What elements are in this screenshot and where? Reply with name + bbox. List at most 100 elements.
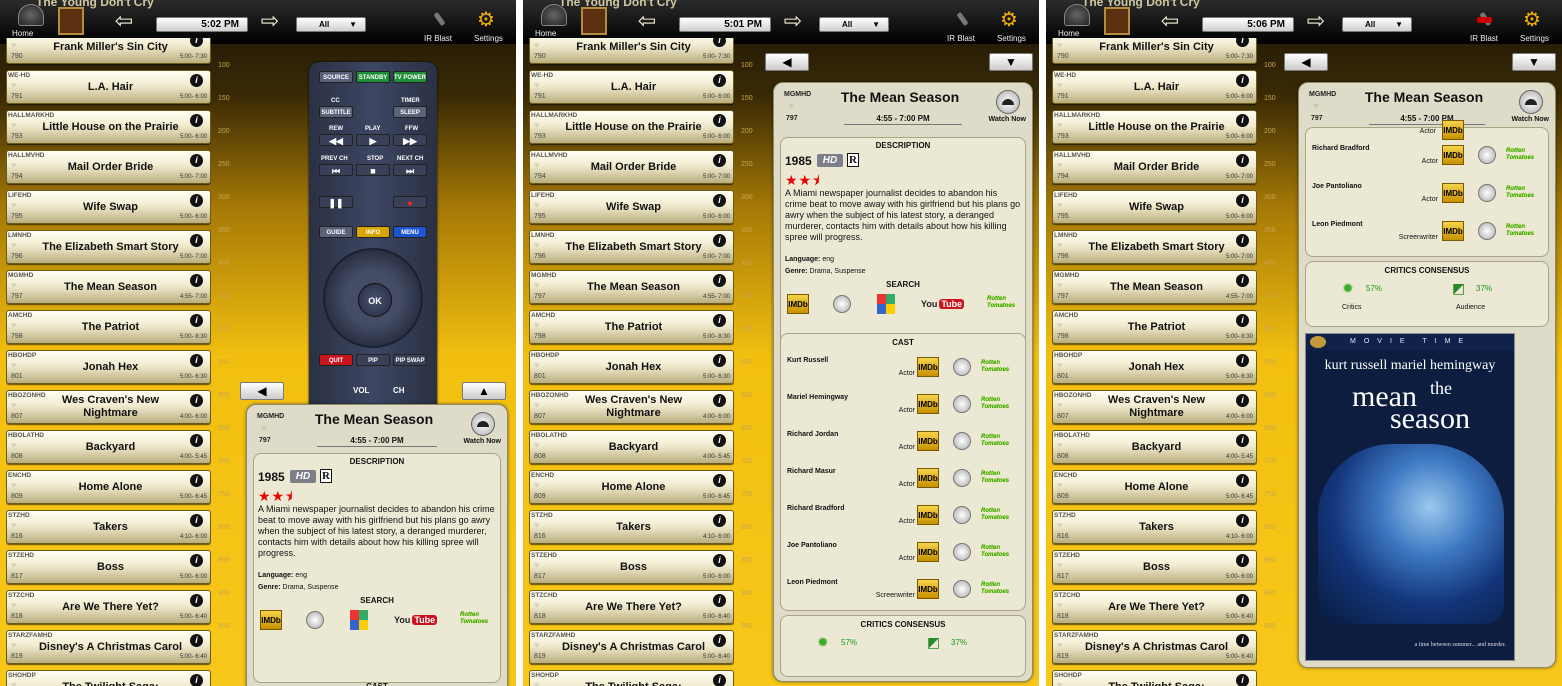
info-icon[interactable]: i xyxy=(190,434,203,447)
info-icon[interactable]: i xyxy=(190,634,203,647)
favorite-heart-icon[interactable]: ♥ xyxy=(534,200,539,210)
info-icon[interactable]: i xyxy=(1236,434,1249,447)
info-icon[interactable]: i xyxy=(190,314,203,327)
channel-row[interactable]: HBOLATHD ♥ 808 Backyard i 4:00- 5:45 xyxy=(1052,430,1257,464)
channel-row[interactable]: HBOZONHD ♥ 807 Wes Craven's New Nightmare i 4… xyxy=(1052,390,1257,424)
sleep-button[interactable]: SLEEP xyxy=(393,106,427,118)
channel-row[interactable]: HBOZONHD ♥ 807 Wes Craven's New Nightmare i 4… xyxy=(6,390,211,424)
info-icon[interactable]: i xyxy=(713,354,726,367)
channel-row[interactable]: WE-HD ♥ 791 L.A. Hair i 5:00- 6:00 xyxy=(1052,70,1257,104)
channel-row[interactable]: HALLMARKHD ♥ 793 Little House on the Prairi… xyxy=(1052,110,1257,144)
favorite-heart-icon[interactable]: ♥ xyxy=(534,640,539,650)
favorite-heart-icon[interactable]: ♥ xyxy=(534,360,539,370)
favorite-heart-icon[interactable]: ♥ xyxy=(1057,40,1062,50)
wikipedia-icon[interactable] xyxy=(1478,184,1496,202)
imdb-icon[interactable]: IMDb xyxy=(1442,183,1464,203)
back-arrow-icon[interactable]: ⇦ xyxy=(112,10,136,32)
info-icon[interactable]: i xyxy=(190,234,203,247)
info-icon[interactable]: i xyxy=(190,354,203,367)
favorite-heart-icon[interactable]: ♥ xyxy=(534,440,539,450)
filter-dropdown[interactable]: All ▼ xyxy=(819,17,889,32)
channel-row[interactable]: STARZFAMHD ♥ 819 Disney's A Christmas Carol… xyxy=(6,630,211,664)
imdb-icon[interactable]: IMDb xyxy=(917,468,939,488)
imdb-icon[interactable]: IMDb xyxy=(917,505,939,525)
channel-row[interactable]: MGMHD ♥ 797 The Mean Season i 4:55- 7:00 xyxy=(6,270,211,304)
channel-row[interactable]: ENCHD ♥ 809 Home Alone i 5:00- 6:45 xyxy=(6,470,211,504)
info-icon[interactable]: i xyxy=(1236,274,1249,287)
channel-row[interactable]: STARZFAMHD ♥ 819 Disney's A Christmas Carol… xyxy=(529,630,734,664)
favorite-heart-icon[interactable]: ♥ xyxy=(11,480,16,490)
info-icon[interactable]: i xyxy=(190,74,203,87)
filter-dropdown[interactable]: All ▼ xyxy=(1342,17,1412,32)
page-left-button[interactable]: ◀ xyxy=(765,53,809,71)
info-icon[interactable]: i xyxy=(713,154,726,167)
info-icon[interactable]: i xyxy=(1236,314,1249,327)
favorite-heart-icon[interactable]: ♥ xyxy=(1057,240,1062,250)
channel-row[interactable]: HBOHDP ♥ 801 Jonah Hex i 5:00- 6:30 xyxy=(6,350,211,384)
watch-now-icon[interactable] xyxy=(471,412,495,436)
rotten-tomatoes-icon[interactable]: Rotten Tomatoes xyxy=(981,434,1011,448)
back-arrow-icon[interactable]: ⇦ xyxy=(635,10,659,32)
imdb-icon[interactable]: IMDb xyxy=(917,579,939,599)
wikipedia-icon[interactable] xyxy=(953,432,971,450)
rotten-tomatoes-icon[interactable]: Rotten Tomatoes xyxy=(1506,186,1536,200)
channel-row[interactable]: HBOHDP ♥ 801 Jonah Hex i 5:00- 6:30 xyxy=(529,350,734,384)
info-icon[interactable]: i xyxy=(1236,634,1249,647)
channel-row[interactable]: AMCHD ♥ 798 The Patriot i 5:00- 8:30 xyxy=(529,310,734,344)
ir-blast-icon[interactable] xyxy=(1476,12,1494,28)
rotten-tomatoes-icon[interactable]: Rotten Tomatoes xyxy=(981,360,1011,374)
info-icon[interactable]: i xyxy=(1236,38,1249,47)
wikipedia-icon[interactable] xyxy=(953,395,971,413)
favorite-heart-icon[interactable]: ♥ xyxy=(1057,160,1062,170)
subtitle-button[interactable]: SUBTITLE xyxy=(319,106,353,118)
imdb-icon[interactable]: IMDb xyxy=(1442,120,1464,140)
channel-row[interactable]: IFC HD♥ 790 Frank Miller's Sin City i 5:00- … xyxy=(1052,38,1257,64)
settings-gear-icon[interactable]: ⚙ xyxy=(474,10,498,30)
favorite-heart-icon[interactable]: ♥ xyxy=(1057,640,1062,650)
info-icon[interactable]: i xyxy=(713,74,726,87)
source-button[interactable]: SOURCE xyxy=(319,71,353,83)
channel-row[interactable]: HALLMVHD ♥ 794 Mail Order Bride i 5:00- 7:00 xyxy=(1052,150,1257,184)
ok-button[interactable]: OK xyxy=(358,283,392,317)
favorite-heart-icon[interactable]: ♥ xyxy=(11,200,16,210)
page-down-button[interactable]: ▼ xyxy=(989,53,1033,71)
stop-icon[interactable]: ■ xyxy=(356,164,390,176)
favorite-heart-icon[interactable]: ♥ xyxy=(11,600,16,610)
channel-row[interactable]: LMNHD ♥ 796 The Elizabeth Smart Story i 5:00-… xyxy=(529,230,734,264)
channel-row[interactable]: HBOLATHD ♥ 808 Backyard i 4:00- 5:45 xyxy=(529,430,734,464)
channel-row[interactable]: STZEHD ♥ 817 Boss i 5:00- 6:00 xyxy=(1052,550,1257,584)
channel-row[interactable]: MGMHD ♥ 797 The Mean Season i 4:55- 7:00 xyxy=(529,270,734,304)
rotten-tomatoes-icon[interactable]: Rotten Tomatoes xyxy=(1506,224,1536,238)
favorite-heart-icon[interactable]: ♥ xyxy=(1313,101,1319,112)
info-icon[interactable]: i xyxy=(1236,474,1249,487)
info-icon[interactable]: i xyxy=(190,194,203,207)
watch-now-icon[interactable] xyxy=(996,90,1020,114)
channel-row[interactable]: IFC HD♥ 790 Frank Miller's Sin City i 5:00- … xyxy=(529,38,734,64)
channel-row[interactable]: HBOZONHD ♥ 807 Wes Craven's New Nightmare i 4… xyxy=(529,390,734,424)
time-selector[interactable]: 5:06 PM xyxy=(1202,17,1294,32)
info-icon[interactable]: i xyxy=(1236,194,1249,207)
favorite-heart-icon[interactable]: ♥ xyxy=(1057,80,1062,90)
favorite-heart-icon[interactable]: ♥ xyxy=(11,520,16,530)
google-icon[interactable] xyxy=(877,294,895,314)
info-icon[interactable]: i xyxy=(713,38,726,47)
info-icon[interactable]: i xyxy=(190,674,203,686)
info-icon[interactable]: i xyxy=(1236,514,1249,527)
info-icon[interactable]: i xyxy=(713,194,726,207)
info-icon[interactable]: i xyxy=(1236,394,1249,407)
info-icon[interactable]: i xyxy=(1236,114,1249,127)
favorite-heart-icon[interactable]: ♥ xyxy=(11,40,16,50)
watch-now-icon[interactable] xyxy=(1519,90,1543,114)
info-icon[interactable]: i xyxy=(713,474,726,487)
fast-forward-icon[interactable]: ▶▶ xyxy=(393,134,427,146)
info-icon[interactable]: i xyxy=(1236,354,1249,367)
channel-row[interactable]: STZEHD ♥ 817 Boss i 5:00- 6:00 xyxy=(529,550,734,584)
favorite-heart-icon[interactable]: ♥ xyxy=(788,101,794,112)
channel-row[interactable]: LIFEHD ♥ 795 Wife Swap i 5:00- 6:00 xyxy=(6,190,211,224)
info-icon[interactable]: i xyxy=(713,314,726,327)
page-left-button[interactable]: ◀ xyxy=(1284,53,1328,71)
channel-row[interactable]: LIFEHD ♥ 795 Wife Swap i 5:00- 6:00 xyxy=(1052,190,1257,224)
info-icon[interactable]: i xyxy=(190,154,203,167)
google-icon[interactable] xyxy=(350,610,368,630)
pause-icon[interactable]: ❚❚ xyxy=(319,196,353,208)
